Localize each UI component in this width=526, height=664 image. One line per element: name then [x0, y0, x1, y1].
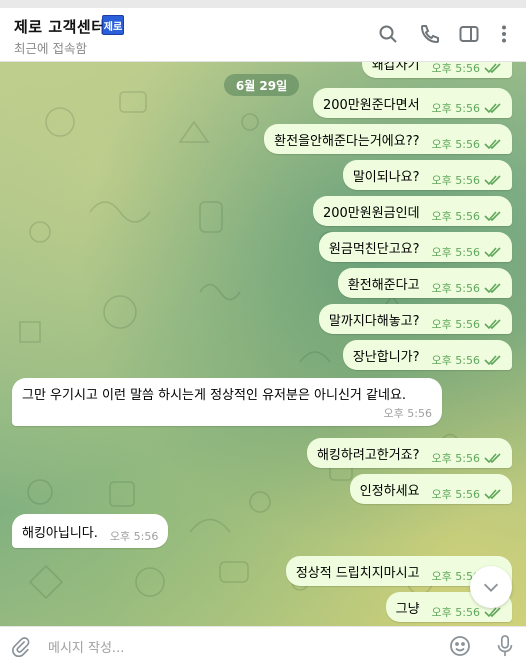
double-check-icon [484, 453, 501, 464]
message-meta: 오후 5:56 [432, 450, 502, 466]
message-time: 오후 5:56 [431, 138, 480, 151]
message-meta: 오후 5:56 [432, 172, 502, 188]
chevron-down-icon [483, 583, 499, 592]
message-area[interactable]: 6월 29일 왜갑자기 오후 5:56 200만원준다면서 오후 5:56 환전을안해준… [0, 62, 526, 626]
phone-icon[interactable] [418, 22, 442, 46]
message-time: 오후 5:56 [431, 606, 480, 619]
outgoing-message[interactable]: 말까지다해놓고? 오후 5:56 [318, 304, 512, 334]
message-meta: 오후 5:56 [432, 136, 502, 152]
message-text: 환전해준다고 [347, 277, 420, 293]
message-text: 환전을안해준다는거에요?? [274, 133, 420, 149]
double-check-icon [484, 63, 501, 74]
message-meta: 오후 5:56 [110, 528, 158, 544]
scroll-to-bottom-button[interactable] [470, 566, 512, 608]
message-meta: 오후 5:56 [432, 352, 502, 368]
message-time: 오후 5:56 [431, 174, 480, 187]
brand-badge: 제로 [102, 15, 124, 35]
outgoing-message[interactable]: 환전해준다고 오후 5:56 [337, 268, 512, 298]
message-text: 해킹아닙니다. [22, 525, 98, 541]
double-check-icon [484, 247, 501, 258]
outgoing-message[interactable]: 왜갑자기 오후 5:56 [361, 62, 512, 78]
message-meta: 오후 5:56 [432, 244, 502, 260]
message-time: 오후 5:56 [431, 318, 480, 331]
more-icon[interactable] [492, 22, 516, 46]
double-check-icon [484, 319, 501, 330]
chat-header[interactable]: 제로 고객센터 제로 최근에 접속함 [0, 8, 526, 62]
message-time: 오후 5:56 [431, 62, 480, 75]
message-meta: 오후 5:56 [432, 208, 502, 224]
message-time: 오후 5:56 [431, 282, 480, 295]
message-meta: 오후 5:56 [432, 280, 502, 296]
double-check-icon [484, 355, 501, 366]
search-icon[interactable] [376, 22, 400, 46]
last-seen-status: 최근에 접속함 [14, 41, 87, 56]
outgoing-message[interactable]: 200만원준다면서 오후 5:56 [312, 88, 512, 118]
outgoing-message[interactable]: 원금먹친단고요? 오후 5:56 [318, 232, 512, 262]
message-input[interactable]: 메시지 작성... [48, 637, 124, 656]
message-meta: 오후 5:56 [432, 100, 502, 116]
message-time: 오후 5:56 [431, 354, 480, 367]
message-time: 오후 5:56 [431, 452, 480, 465]
message-meta: 오후 5:56 [432, 486, 502, 502]
message-text: 200만원원금인데 [322, 205, 420, 221]
message-text: 정상적 드립치지마시고 [295, 565, 420, 581]
outgoing-message[interactable]: 말이되나요? 오후 5:56 [342, 160, 512, 190]
message-time: 오후 5:56 [383, 407, 432, 420]
message-time: 오후 5:56 [431, 210, 480, 223]
message-composer[interactable]: 메시지 작성... [0, 626, 526, 664]
double-check-icon [484, 103, 501, 114]
chat-title[interactable]: 제로 고객센터 [14, 16, 106, 37]
double-check-icon [484, 175, 501, 186]
message-text: 그만 우기시고 이런 말씀 하시는게 정상적인 유저분은 아니신거 같네요. [22, 388, 407, 403]
message-meta: 오후 5:56 [384, 405, 432, 421]
double-check-icon [484, 489, 501, 500]
message-time: 오후 5:56 [431, 102, 480, 115]
double-check-icon [484, 211, 501, 222]
message-text: 원금먹친단고요? [328, 241, 420, 257]
date-separator: 6월 29일 [224, 74, 299, 96]
message-time: 오후 5:56 [431, 246, 480, 259]
message-meta: 오후 5:56 [432, 62, 502, 76]
message-text: 말까지다해놓고? [328, 313, 420, 329]
message-text: 그냥 [395, 601, 420, 617]
outgoing-message[interactable]: 장난합니가? 오후 5:56 [342, 340, 512, 370]
message-text: 해킹하려고한거죠? [316, 447, 420, 463]
message-time: 오후 5:56 [431, 488, 480, 501]
double-check-icon [484, 139, 501, 150]
message-text: 왜갑자기 [371, 62, 420, 73]
message-text: 인정하세요 [359, 483, 420, 499]
message-text: 200만원준다면서 [322, 97, 420, 113]
attach-icon[interactable] [10, 635, 32, 661]
outgoing-message[interactable]: 200만원원금인데 오후 5:56 [312, 196, 512, 226]
incoming-message[interactable]: 해킹아닙니다. 오후 5:56 [12, 514, 169, 548]
outgoing-message[interactable]: 해킹하려고한거죠? 오후 5:56 [306, 438, 512, 468]
sidebar-toggle-icon[interactable] [457, 22, 481, 46]
double-check-icon [484, 283, 501, 294]
mic-icon[interactable] [494, 633, 516, 663]
message-text: 장난합니가? [352, 349, 420, 365]
incoming-message[interactable]: 그만 우기시고 이런 말씀 하시는게 정상적인 유저분은 아니신거 같네요. 오후… [12, 378, 442, 426]
outgoing-message[interactable]: 환전을안해준다는거에요?? 오후 5:56 [264, 124, 512, 154]
message-time: 오후 5:56 [109, 530, 159, 543]
message-meta: 오후 5:56 [432, 316, 502, 332]
emoji-icon[interactable] [448, 634, 472, 662]
outgoing-message[interactable]: 인정하세요 오후 5:56 [349, 474, 512, 504]
window-top-strip [0, 0, 526, 8]
message-text: 말이되나요? [352, 169, 420, 185]
